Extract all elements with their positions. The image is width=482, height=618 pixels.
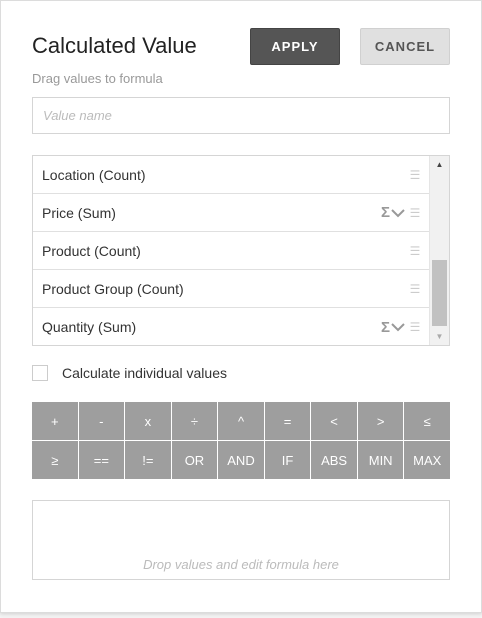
- calculate-individual-row: Calculate individual values: [32, 365, 227, 381]
- operator-equals-button[interactable]: =: [264, 402, 311, 440]
- field-label: Product (Count): [42, 242, 141, 259]
- list-item[interactable]: Location (Count) ☰: [33, 156, 430, 194]
- list-item[interactable]: Quantity (Sum) Σ ☰: [33, 308, 430, 345]
- operator-toolbar: + - x ÷ ^ = < > ≤ ≥ == != OR AND IF ABS …: [32, 402, 450, 479]
- scroll-down-icon[interactable]: ▼: [430, 328, 449, 345]
- cancel-button[interactable]: CANCEL: [360, 28, 450, 65]
- formula-drop-area[interactable]: Drop values and edit formula here: [32, 500, 450, 580]
- scroll-up-icon[interactable]: ▲: [430, 156, 449, 173]
- drag-handle-icon[interactable]: ☰: [409, 320, 421, 334]
- value-name-input[interactable]: [32, 97, 450, 134]
- operator-or-button[interactable]: OR: [171, 441, 218, 479]
- sigma-icon[interactable]: Σ: [381, 319, 390, 336]
- scrollbar-thumb[interactable]: [432, 260, 447, 326]
- operator-and-button[interactable]: AND: [218, 441, 264, 479]
- operator-less-equal-button[interactable]: ≤: [404, 402, 450, 440]
- operator-greater-than-button[interactable]: >: [357, 402, 404, 440]
- list-item[interactable]: Product (Count) ☰: [33, 232, 430, 270]
- drag-handle-icon[interactable]: ☰: [409, 244, 421, 258]
- field-label: Location (Count): [42, 166, 146, 183]
- dialog-subtitle: Drag values to formula: [32, 71, 163, 86]
- calculate-individual-checkbox[interactable]: [32, 365, 48, 381]
- field-label: Price (Sum): [42, 204, 116, 221]
- operator-abs-button[interactable]: ABS: [311, 441, 357, 479]
- apply-button[interactable]: APPLY: [250, 28, 340, 65]
- operator-min-button[interactable]: MIN: [357, 441, 404, 479]
- operator-minus-button[interactable]: -: [78, 402, 125, 440]
- calculate-individual-label[interactable]: Calculate individual values: [62, 365, 227, 381]
- chevron-down-icon[interactable]: [391, 208, 405, 218]
- operator-divide-button[interactable]: ÷: [171, 402, 218, 440]
- field-label: Quantity (Sum): [42, 319, 137, 335]
- formula-placeholder: Drop values and edit formula here: [143, 557, 339, 572]
- operator-multiply-button[interactable]: x: [125, 402, 171, 440]
- drag-handle-icon[interactable]: ☰: [409, 282, 421, 296]
- drag-handle-icon[interactable]: ☰: [409, 206, 421, 220]
- calculated-value-dialog: Calculated Value Drag values to formula …: [0, 0, 482, 613]
- fields-list: Location (Count) ☰ Price (Sum) Σ ☰ Produ…: [32, 155, 450, 346]
- operator-double-equals-button[interactable]: ==: [78, 441, 125, 479]
- operator-max-button[interactable]: MAX: [404, 441, 450, 479]
- operator-plus-button[interactable]: +: [32, 402, 78, 440]
- list-scrollbar[interactable]: ▲ ▼: [429, 156, 449, 345]
- operator-greater-equal-button[interactable]: ≥: [32, 441, 78, 479]
- field-label: Product Group (Count): [42, 280, 184, 297]
- operator-if-button[interactable]: IF: [264, 441, 311, 479]
- list-item[interactable]: Product Group (Count) ☰: [33, 270, 430, 308]
- drag-handle-icon[interactable]: ☰: [409, 168, 421, 182]
- operator-power-button[interactable]: ^: [218, 402, 264, 440]
- operator-not-equals-button[interactable]: !=: [125, 441, 171, 479]
- dialog-title: Calculated Value: [32, 33, 197, 58]
- sigma-icon[interactable]: Σ: [381, 204, 390, 221]
- list-item[interactable]: Price (Sum) Σ ☰: [33, 194, 430, 232]
- chevron-down-icon[interactable]: [391, 322, 405, 332]
- operator-less-than-button[interactable]: <: [311, 402, 357, 440]
